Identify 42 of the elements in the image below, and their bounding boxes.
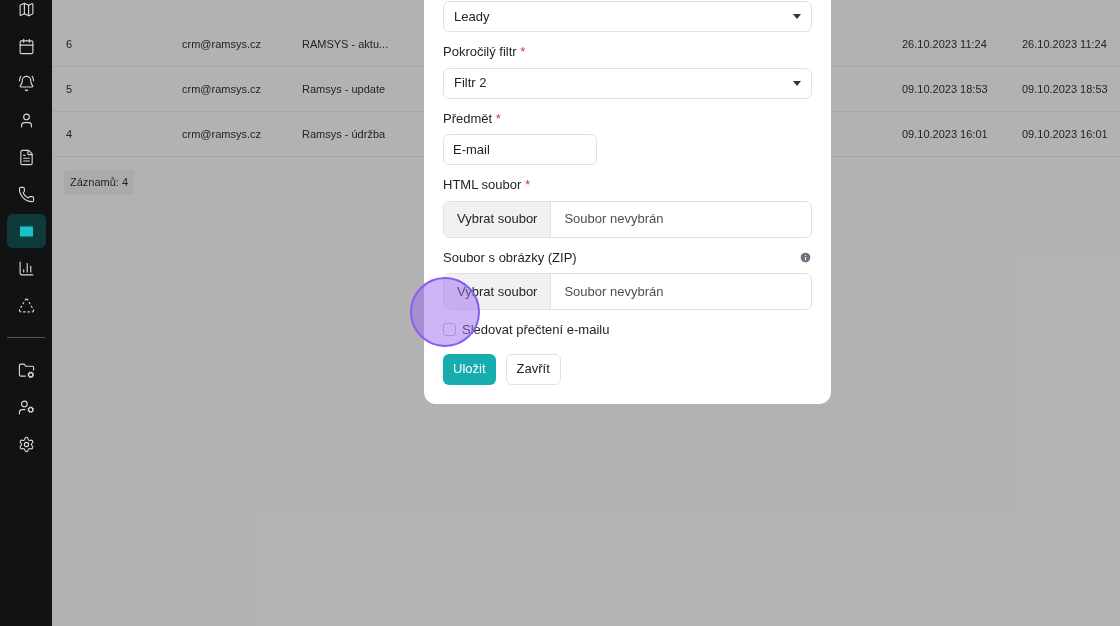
caret-icon (793, 80, 801, 86)
folder-gear-icon (17, 361, 35, 379)
table-cell: 6 (66, 37, 73, 50)
phone-icon (17, 185, 35, 203)
table-cell: Ramsys - update (302, 82, 386, 95)
bell-icon (17, 74, 35, 92)
field-label: HTML soubor * (443, 176, 530, 194)
table-cell: crm@ramsys.cz (182, 37, 261, 50)
file-name: Soubor nevybrán (563, 210, 665, 229)
record-count: Záznamů: 4 (64, 170, 135, 195)
table-cell: 5 (66, 82, 73, 95)
select-field[interactable]: Filtr 2 (443, 67, 812, 99)
table-cell: 09.10.2023 16:01 (902, 127, 988, 140)
table-cell: Ramsys - údržba (302, 127, 386, 140)
field-label: Soubor s obrázky (ZIP) (443, 248, 577, 267)
choose-file-button[interactable]: Vybrat soubor (444, 201, 552, 237)
table-cell: 26.10.2023 11:24 (1022, 37, 1107, 50)
triangle-icon (17, 296, 35, 314)
calendar-icon (17, 37, 35, 55)
field-label: Pokročilý filtr * (443, 43, 526, 61)
user-gear-icon (17, 398, 35, 416)
bar-chart-icon (17, 259, 35, 277)
field-label: Předmět * (443, 109, 501, 128)
table-cell: 26.10.2023 11:24 (902, 37, 987, 50)
close-button[interactable]: Zavřít (505, 353, 561, 385)
input-field[interactable]: E-mail (443, 134, 597, 165)
table-cell: crm@ramsys.cz (182, 82, 261, 95)
table-cell: RAMSYS - aktu... (302, 37, 389, 50)
checkbox[interactable] (443, 323, 456, 337)
sidebar-item[interactable] (6, 214, 46, 248)
document-icon (17, 148, 35, 166)
table-cell: 09.10.2023 16:01 (1022, 127, 1108, 140)
caret-icon (793, 14, 801, 19)
file-field[interactable]: Vybrat soubor Soubor nevybrán (443, 200, 812, 238)
table-cell: 4 (66, 127, 73, 140)
table-cell: 09.10.2023 18:53 (902, 82, 988, 95)
table-cell: 09.10.2023 18:53 (1022, 82, 1108, 95)
settings-icon (17, 435, 35, 453)
select-field[interactable]: Leady (443, 1, 812, 32)
map-icon (17, 0, 35, 18)
table-cell: crm@ramsys.cz (182, 127, 261, 140)
file-name: Soubor nevybrán (563, 282, 665, 301)
